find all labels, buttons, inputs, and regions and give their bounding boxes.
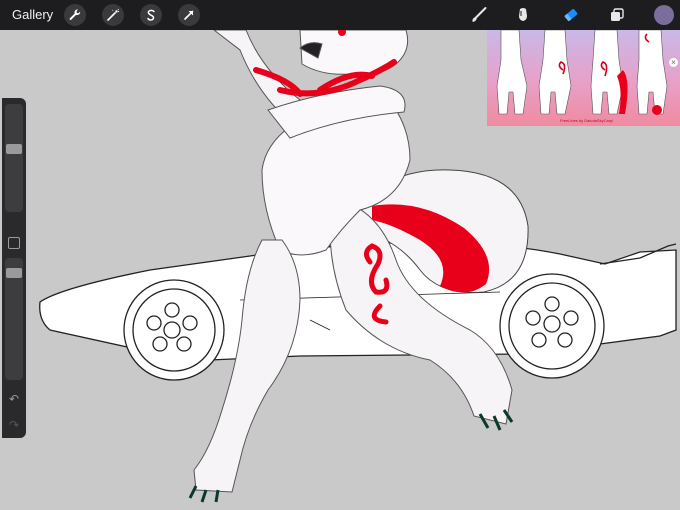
magic-wand-icon[interactable] xyxy=(102,4,124,26)
brush-icon[interactable] xyxy=(468,4,490,26)
transform-arrow-icon[interactable] xyxy=(178,4,200,26)
layers-icon[interactable] xyxy=(606,4,628,26)
redo-icon[interactable]: ↷ xyxy=(6,418,22,432)
selection-icon[interactable] xyxy=(140,4,162,26)
close-icon[interactable]: × xyxy=(669,58,678,67)
modify-button[interactable] xyxy=(8,237,20,249)
reference-window[interactable]: FreeLines by DakotaSkyCaryl × xyxy=(487,30,680,126)
eraser-icon[interactable] xyxy=(560,4,582,26)
brush-size-thumb[interactable] xyxy=(6,144,22,154)
color-picker-swatch[interactable] xyxy=(654,5,674,25)
smudge-icon[interactable] xyxy=(512,4,534,26)
rear-wheel xyxy=(499,273,605,379)
brush-size-slider[interactable] xyxy=(5,104,23,212)
opacity-thumb[interactable] xyxy=(6,268,22,278)
gallery-button[interactable]: Gallery xyxy=(12,7,53,22)
reference-caption: FreeLines by DakotaSkyCaryl xyxy=(560,118,613,123)
opacity-slider[interactable] xyxy=(5,258,23,380)
undo-icon[interactable]: ↶ xyxy=(6,392,22,406)
top-toolbar: Gallery xyxy=(0,0,680,30)
front-wheel xyxy=(123,279,225,381)
left-sidebar: ↶ ↷ xyxy=(2,98,26,438)
wrench-icon[interactable] xyxy=(64,4,86,26)
reference-image xyxy=(496,30,668,115)
